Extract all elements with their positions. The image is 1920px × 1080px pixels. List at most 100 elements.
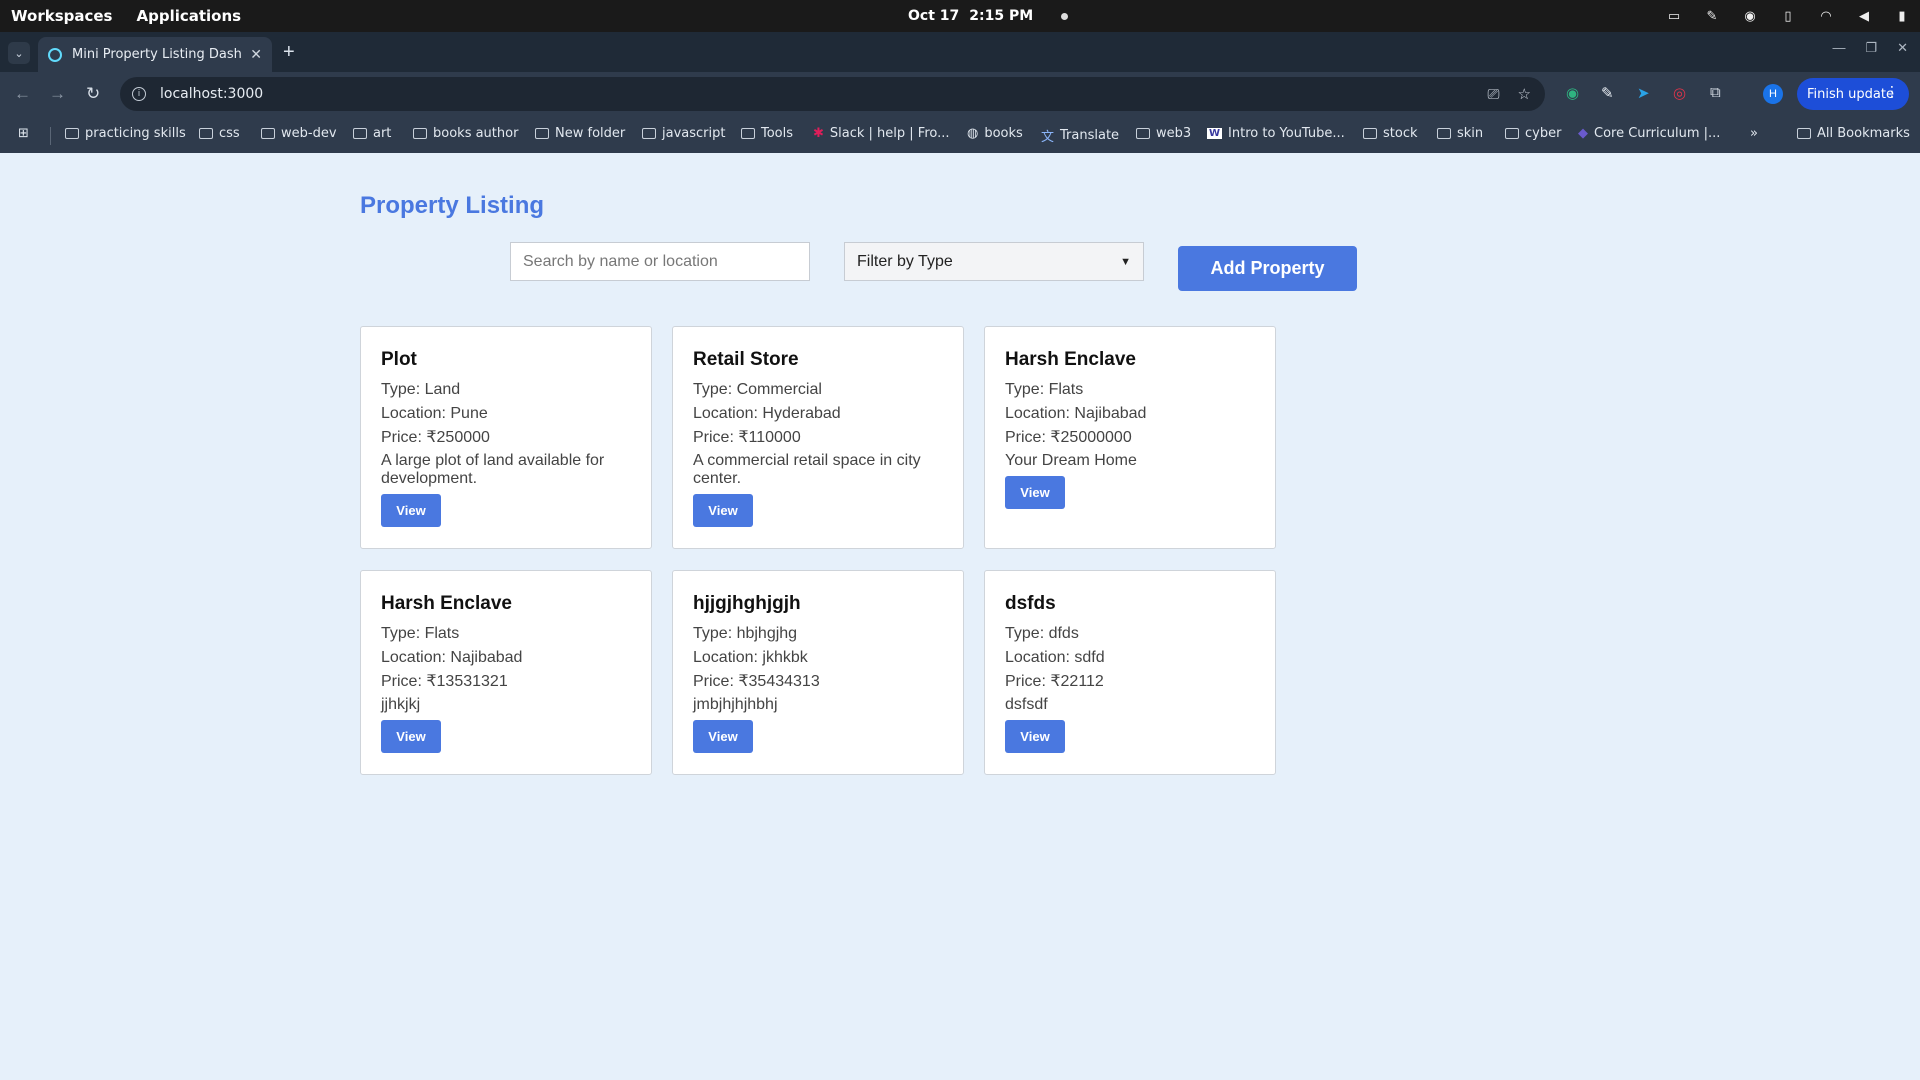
chrome-icon[interactable]: ◉ <box>1742 8 1758 24</box>
view-button[interactable]: View <box>381 494 441 527</box>
property-description: dsfsdf <box>1005 696 1048 713</box>
bookmark-label: Tools <box>761 126 794 141</box>
bookmark-item[interactable]: W Intro to YouTube... <box>1207 126 1345 141</box>
property-name: Harsh Enclave <box>381 593 512 614</box>
close-window-icon[interactable]: ✕ <box>1897 40 1908 56</box>
tab-strip: ⌄ Mini Property Listing Dashboard ✕ + — … <box>0 32 1920 72</box>
property-card: Harsh Enclave Type: Flats Location: Naji… <box>984 326 1276 549</box>
url-text: localhost:3000 <box>160 86 264 102</box>
bookmark-label: Intro to YouTube... <box>1228 126 1345 141</box>
kebab-menu-icon[interactable]: ⋮ <box>1885 84 1899 100</box>
clock-date: Oct 17 <box>908 8 960 24</box>
bookmark-item[interactable]: New folder <box>535 126 625 141</box>
new-tab-plus-icon[interactable]: + <box>283 41 295 64</box>
workspaces-menu[interactable]: Workspaces <box>11 7 112 25</box>
globe-icon: ◍ <box>967 126 979 141</box>
more-bookmarks-chevron-icon[interactable]: » <box>1750 126 1758 141</box>
battery-icon[interactable]: ▮ <box>1894 8 1910 24</box>
property-location: Location: Najibabad <box>1005 405 1147 422</box>
bookmark-item[interactable]: web3 <box>1136 126 1191 141</box>
view-button[interactable]: View <box>381 720 441 753</box>
finish-update-button[interactable]: Finish update ⋮ <box>1797 78 1909 110</box>
eyedropper-extension-icon[interactable]: ✎ <box>1601 84 1614 102</box>
bookmark-item[interactable]: web-dev <box>261 126 337 141</box>
folder-icon <box>353 128 367 139</box>
telegram-extension-icon[interactable]: ➤ <box>1637 84 1650 102</box>
bookmark-item[interactable]: javascript <box>642 126 725 141</box>
record-extension-icon[interactable]: ◎ <box>1673 84 1686 102</box>
property-description: A large plot of land available for devel… <box>381 452 605 487</box>
bookmark-item[interactable]: cyber <box>1505 126 1561 141</box>
folder-icon <box>1505 128 1519 139</box>
property-type: Type: Flats <box>1005 381 1084 398</box>
bookmark-item[interactable]: css <box>199 126 240 141</box>
extensions-puzzle-icon[interactable]: ⧉ <box>1710 84 1721 101</box>
browser-toolbar: ← → ↻ i localhost:3000 ⎚ ☆ ◉ ✎ ➤ ◎ ⧉ H F… <box>0 72 1920 117</box>
folder-icon <box>1437 128 1451 139</box>
property-description: A commercial retail space in city center… <box>693 452 921 487</box>
bookmark-label: css <box>219 126 240 141</box>
bookmark-label: skin <box>1457 126 1484 141</box>
view-button[interactable]: View <box>693 494 753 527</box>
property-price: Price: ₹13531321 <box>381 673 508 690</box>
bookmark-label: All Bookmarks <box>1817 126 1910 141</box>
filter-type-select[interactable]: Filter by Type ▼ <box>844 242 1144 281</box>
wifi-icon[interactable]: ◠ <box>1818 8 1834 24</box>
tab-search-chevron-icon[interactable]: ⌄ <box>8 42 30 64</box>
folder-icon <box>413 128 427 139</box>
property-location: Location: Najibabad <box>381 649 523 666</box>
finish-update-label: Finish update <box>1807 86 1894 102</box>
bookmark-item[interactable]: ◍ books <box>967 126 1023 141</box>
property-price: Price: ₹110000 <box>693 429 801 446</box>
property-location: Location: sdfd <box>1005 649 1105 666</box>
property-name: Plot <box>381 349 417 370</box>
all-bookmarks-button[interactable]: All Bookmarks <box>1797 126 1910 141</box>
view-button[interactable]: View <box>693 720 753 753</box>
reload-icon[interactable]: ↻ <box>86 84 100 104</box>
folder-icon <box>642 128 656 139</box>
back-arrow-icon[interactable]: ← <box>14 84 31 104</box>
clock[interactable]: Oct 17 2:15 PM <box>908 0 1069 32</box>
property-name: dsfds <box>1005 593 1056 614</box>
folder-icon <box>65 128 79 139</box>
bookmark-label: javascript <box>662 126 726 141</box>
view-button[interactable]: View <box>1005 720 1065 753</box>
property-description: Your Dream Home <box>1005 452 1137 469</box>
display-icon[interactable]: ▭ <box>1666 8 1682 24</box>
bookmark-item[interactable]: books author <box>413 126 518 141</box>
bookmark-label: web3 <box>1156 126 1192 141</box>
bookmark-item[interactable]: ✱ Slack | help | Fro... <box>813 126 950 141</box>
minimize-icon[interactable]: — <box>1832 40 1845 56</box>
bookmark-item[interactable]: 文 Translate <box>1041 126 1119 145</box>
folder-icon <box>1797 128 1811 139</box>
view-button[interactable]: View <box>1005 476 1065 509</box>
bookmark-item[interactable]: Tools <box>741 126 793 141</box>
property-price: Price: ₹35434313 <box>693 673 820 690</box>
grammarly-extension-icon[interactable]: ◉ <box>1566 84 1579 102</box>
site-info-icon[interactable]: i <box>132 87 146 101</box>
bookmark-item[interactable]: stock <box>1363 126 1418 141</box>
volume-icon[interactable]: ◀ <box>1856 8 1872 24</box>
forward-arrow-icon[interactable]: → <box>49 84 66 104</box>
property-description: jjhkjkj <box>381 696 421 713</box>
pen-tool-icon[interactable]: ✎ <box>1704 8 1720 24</box>
bookmark-label: stock <box>1383 126 1418 141</box>
profile-avatar[interactable]: H <box>1763 84 1783 104</box>
bookmark-item[interactable]: skin <box>1437 126 1483 141</box>
bookmark-star-icon[interactable]: ☆ <box>1518 85 1531 103</box>
bookmark-item[interactable]: art <box>353 126 391 141</box>
search-input[interactable] <box>510 242 810 281</box>
address-bar[interactable]: i localhost:3000 ⎚ ☆ <box>120 77 1545 111</box>
applications-menu[interactable]: Applications <box>136 7 241 25</box>
bookmark-item[interactable]: ◆ Core Curriculum |... <box>1578 126 1720 141</box>
apps-grid-icon[interactable]: ⊞ <box>18 126 29 141</box>
close-tab-icon[interactable]: ✕ <box>250 47 262 63</box>
bookmark-item[interactable]: practicing skills <box>65 126 186 141</box>
property-card: Retail Store Type: Commercial Location: … <box>672 326 964 549</box>
clipboard-icon[interactable]: ▯ <box>1780 8 1796 24</box>
restore-icon[interactable]: ❐ <box>1865 40 1877 56</box>
add-property-button[interactable]: Add Property <box>1178 246 1357 291</box>
tab-active[interactable]: Mini Property Listing Dashboard ✕ <box>38 37 272 72</box>
install-app-icon[interactable]: ⎚ <box>1488 85 1500 103</box>
property-location: Location: Pune <box>381 405 488 422</box>
